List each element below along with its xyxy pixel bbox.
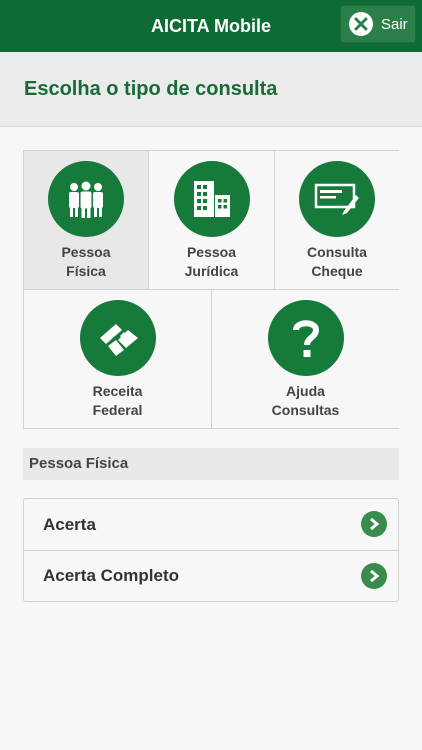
page-title: Escolha o tipo de consulta	[24, 78, 278, 100]
query-type-grid: Pessoa Física Pessoa Jurídica Consulta C…	[23, 150, 399, 429]
exit-button[interactable]: Sair	[340, 5, 416, 43]
list-item-label: Acerta	[43, 514, 96, 534]
cheque-icon	[299, 161, 375, 237]
list-item-acerta-completo[interactable]: Acerta Completo	[24, 550, 398, 601]
tile-label: Pessoa Física	[61, 244, 111, 279]
receita-federal-icon	[79, 300, 156, 376]
people-icon	[48, 161, 124, 237]
question-icon	[267, 300, 344, 376]
query-list: Acerta Acerta Completo	[23, 498, 399, 602]
tile-label: Ajuda Consultas	[271, 383, 340, 418]
section-header: Pessoa Física	[23, 448, 399, 480]
tile-label: Receita Federal	[92, 383, 143, 418]
tile-ajuda-consultas[interactable]: Ajuda Consultas	[212, 290, 399, 428]
buildings-icon	[173, 161, 250, 237]
list-item-label: Acerta Completo	[43, 566, 180, 585]
top-bar: AICITA Mobile Sair	[0, 0, 422, 52]
page-header: Escolha o tipo de consulta	[0, 52, 422, 127]
tile-label: Pessoa Jurídica	[184, 244, 239, 279]
tile-receita-federal[interactable]: Receita Federal	[24, 290, 212, 428]
exit-label: Sair	[381, 15, 408, 33]
tile-pessoa-juridica[interactable]: Pessoa Jurídica	[149, 151, 275, 290]
tile-consulta-cheque[interactable]: Consulta Cheque	[275, 151, 399, 290]
tile-label: Consulta Cheque	[307, 244, 367, 279]
chevron-right-icon	[361, 563, 387, 589]
chevron-right-icon	[361, 511, 387, 537]
tile-pessoa-fisica[interactable]: Pessoa Física	[24, 151, 149, 290]
list-item-acerta[interactable]: Acerta	[24, 499, 398, 550]
close-circle-icon	[349, 12, 373, 36]
